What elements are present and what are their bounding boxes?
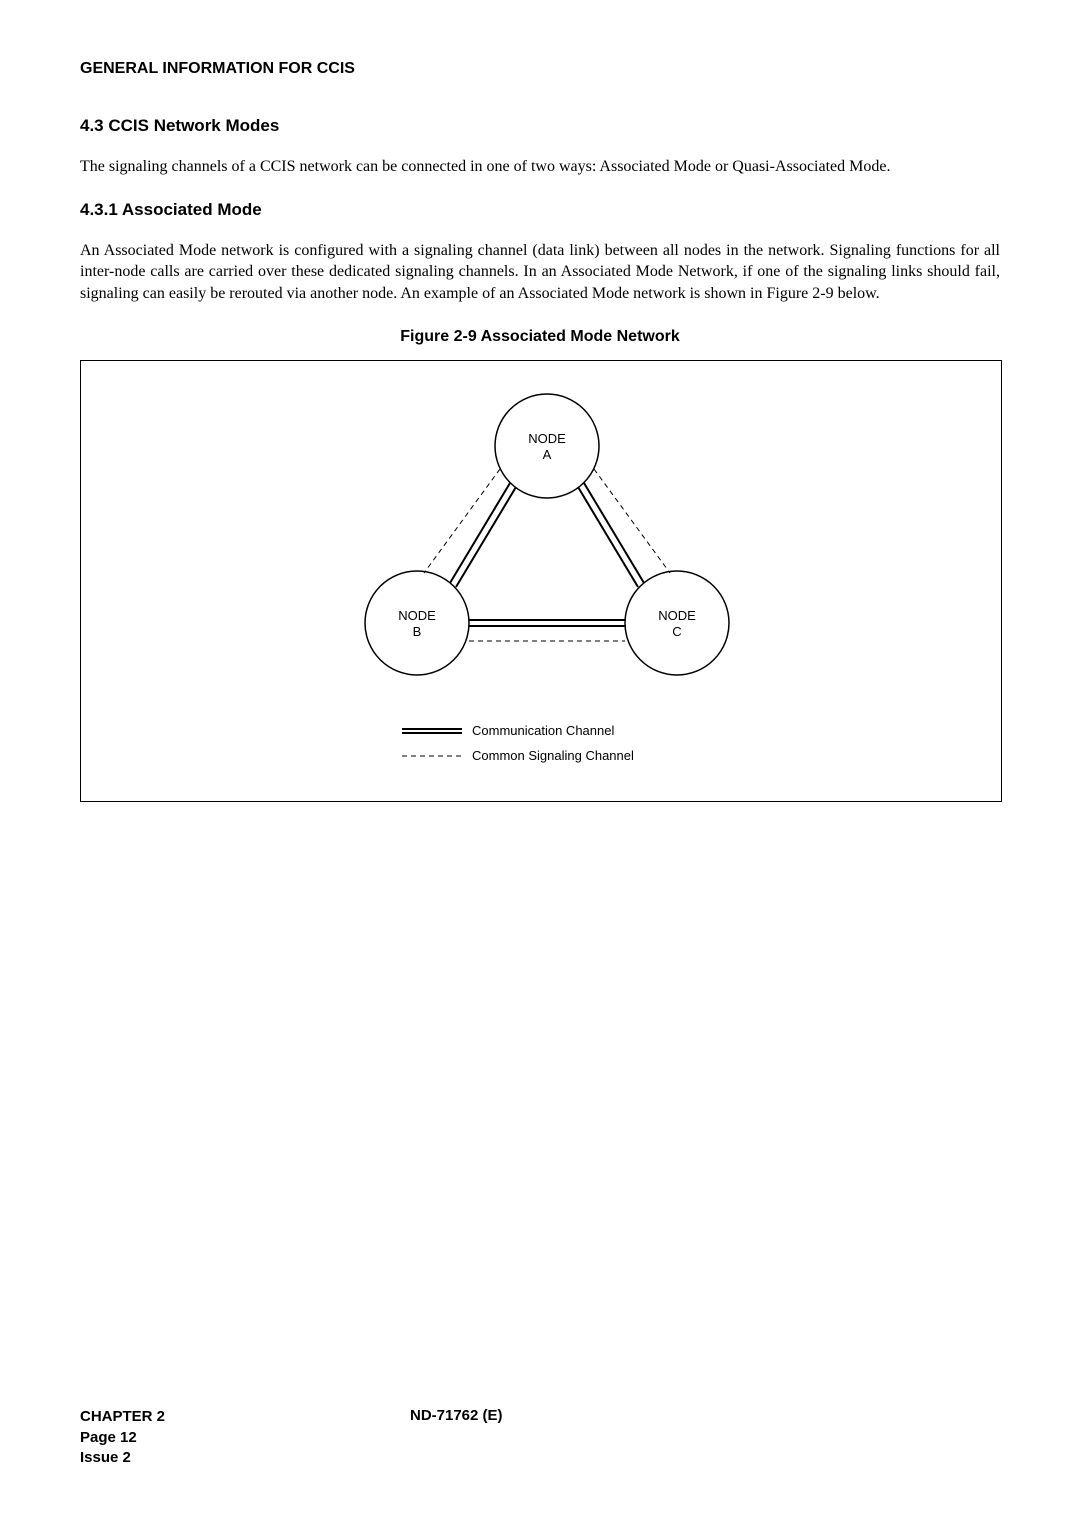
footer-chapter: CHAPTER 2 <box>80 1407 165 1427</box>
section-4-3-1-paragraph: An Associated Mode network is configured… <box>80 240 1000 305</box>
legend-comm-label: Communication Channel <box>472 723 614 738</box>
signal-channel-a-c <box>594 469 670 573</box>
legend-signal-label: Common Signaling Channel <box>472 748 634 763</box>
page-header: GENERAL INFORMATION FOR CCIS <box>80 60 1000 78</box>
section-4-3-paragraph: The signaling channels of a CCIS network… <box>80 156 1000 178</box>
comm-channel-a-b-2 <box>456 487 516 587</box>
node-c-circle <box>625 571 729 675</box>
node-b-label-2: B <box>413 624 422 639</box>
node-a-label-1: NODE <box>528 431 566 446</box>
comm-channel-a-c-2 <box>578 487 638 587</box>
section-4-3-1-heading: 4.3.1 Associated Mode <box>80 200 1000 220</box>
comm-channel-a-b-1 <box>450 483 510 583</box>
signal-channel-a-b <box>424 469 500 573</box>
node-c-label-1: NODE <box>658 608 696 623</box>
comm-channel-a-c-1 <box>584 483 644 583</box>
section-4-3-heading: 4.3 CCIS Network Modes <box>80 116 1000 136</box>
page-footer: CHAPTER 2 Page 12 Issue 2 ND-71762 (E) <box>80 1407 1000 1468</box>
footer-issue: Issue 2 <box>80 1448 165 1468</box>
figure-title: Figure 2-9 Associated Mode Network <box>80 328 1000 346</box>
footer-page: Page 12 <box>80 1428 165 1448</box>
node-a-label-2: A <box>543 447 552 462</box>
node-b-circle <box>365 571 469 675</box>
figure-diagram: NODE A NODE B NODE C <box>80 360 1002 802</box>
node-c-label-2: C <box>672 624 681 639</box>
node-a-circle <box>495 394 599 498</box>
footer-doc-id: ND-71762 (E) <box>410 1407 503 1424</box>
node-b-label-1: NODE <box>398 608 436 623</box>
